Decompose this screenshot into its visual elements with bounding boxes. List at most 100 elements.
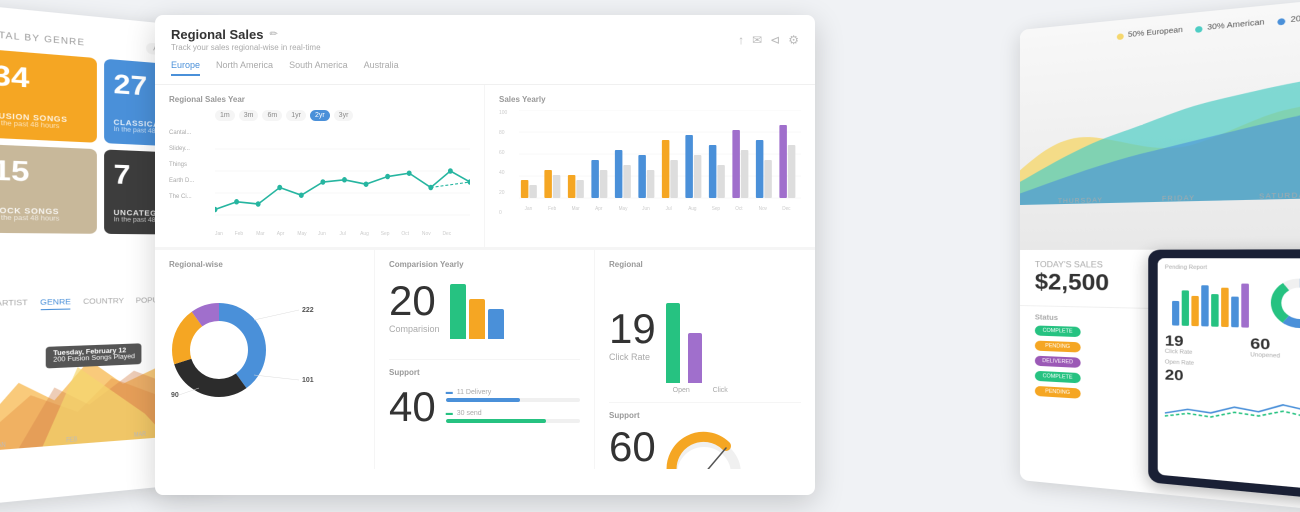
click-rate-number: 19 — [609, 308, 656, 350]
svg-text:Jun: Jun — [642, 206, 650, 212]
right-panel: 50% European 30% American 20% Others — [1020, 0, 1300, 512]
others-label: 20% Others — [1291, 12, 1300, 25]
regional-right-title: Regional — [609, 260, 801, 269]
delivery-item: ▬ 11 Delivery — [446, 389, 580, 402]
american-dot — [1195, 25, 1202, 32]
time-2yr[interactable]: 2yr — [310, 110, 330, 121]
gauge-svg — [664, 430, 744, 469]
right-top-chart: 50% European 30% American 20% Others — [1020, 0, 1300, 250]
send-text: 30 send — [457, 410, 482, 417]
fusion-count: 34 — [0, 61, 87, 96]
status-header: Status — [1035, 314, 1058, 322]
time-6m[interactable]: 6m — [262, 110, 282, 121]
rock-sub: In the past 48 hours — [0, 215, 87, 223]
settings-icon[interactable]: ⚙ — [788, 33, 799, 47]
svg-text:Jan: Jan — [525, 206, 533, 212]
svg-text:May: May — [297, 231, 307, 237]
badge-delivered-1: DELIVERED — [1035, 356, 1081, 368]
tab-south-america[interactable]: South America — [289, 60, 348, 76]
time-buttons: 1m 3m 6m 1yr 2yr 3yr — [215, 110, 470, 121]
nav-tabs: Europe North America South America Austr… — [171, 60, 799, 76]
svg-text:Aug: Aug — [360, 231, 369, 237]
svg-text:222: 222 — [302, 307, 314, 314]
unopened-number: 60 — [609, 426, 656, 468]
tablet-click-rate: 19 Click Rate — [1165, 332, 1243, 359]
support-bars: ▬ 11 Delivery ▬ — [446, 389, 580, 431]
tab-australia[interactable]: Australia — [364, 60, 399, 76]
time-3m[interactable]: 3m — [239, 110, 259, 121]
upload-icon[interactable]: ↑ — [738, 33, 744, 47]
fusion-songs-card: 34 FUSION SONGS In the past 48 hours — [0, 49, 97, 143]
tab-genre[interactable]: GENRE — [40, 299, 71, 310]
legend-american: 30% American — [1195, 19, 1264, 33]
click-bar — [688, 333, 702, 383]
click-label: Click — [705, 387, 736, 394]
edit-icon[interactable]: ✏ — [269, 29, 277, 40]
tab-europe[interactable]: Europe — [171, 60, 200, 76]
tablet-header: Pending Report — [1165, 265, 1300, 272]
time-3yr[interactable]: 3yr — [334, 110, 354, 121]
rock-songs-card: 15 ROCK SONGS In the past 48 hours — [0, 144, 97, 234]
svg-text:101: 101 — [302, 377, 314, 384]
time-1m[interactable]: 1m — [215, 110, 235, 121]
regional-bar-labels: Open Click — [666, 387, 736, 394]
yearly-bar-chart: Jan Feb Mar Apr May Jun Jul Aug Sep Oct … — [519, 110, 801, 220]
send-item: ▬ 30 send — [446, 410, 580, 423]
support-title-left: Support — [389, 368, 580, 377]
tablet-screen: Pending Report — [1158, 258, 1300, 491]
delivery-text: 11 Delivery — [457, 389, 492, 396]
scene: TOTAL BY GENRE ALL GENRES 34 FUSION SONG… — [0, 0, 1300, 511]
svg-text:Apr: Apr — [277, 231, 285, 237]
european-label: 50% European — [1128, 27, 1183, 40]
thursday-label: THURSDAY — [1058, 198, 1103, 205]
legend-others: 20% Others — [1277, 12, 1300, 26]
center-title: Regional Sales — [171, 27, 263, 42]
legend-european: 50% European — [1116, 27, 1182, 41]
open-bar-group — [666, 303, 680, 383]
comparison-number: 20 — [389, 280, 440, 322]
share-icon[interactable]: ⊲ — [770, 33, 780, 47]
svg-text:Jul: Jul — [666, 206, 672, 212]
donut-chart-area: 222 101 90 — [169, 275, 360, 425]
open-label: Open — [666, 387, 697, 394]
badge-complete-1: COMPLETE — [1035, 325, 1081, 337]
tablet-open-rate: Open Rate 20 — [1165, 359, 1300, 430]
tab-by-artist[interactable]: BY ARTIST — [0, 300, 28, 312]
regional-sales-year-title: Regional Sales Year — [169, 95, 470, 104]
svg-text:Nov: Nov — [759, 206, 768, 212]
tablet-unopened-label: Unopened — [1250, 352, 1300, 362]
european-dot — [1116, 33, 1123, 40]
sales-yearly-title: Sales Yearly — [499, 95, 801, 104]
svg-text:MAR: MAR — [134, 431, 146, 439]
regional-sales-year-section: Regional Sales Year Cantal... Slidey... … — [155, 85, 485, 248]
regional-wise-section: Regional-wise — [155, 250, 375, 469]
tab-country[interactable]: COUNTRY — [83, 298, 124, 309]
bar-blue — [488, 309, 504, 339]
svg-text:May: May — [619, 206, 628, 212]
support-number-left: 40 — [389, 386, 436, 428]
svg-text:Jul: Jul — [340, 231, 346, 237]
svg-text:Jun: Jun — [318, 231, 326, 237]
gauge — [664, 430, 744, 469]
tab-north-america[interactable]: North America — [216, 60, 273, 76]
badge-pending-1: PENDING — [1035, 341, 1081, 353]
click-rate-label: Click Rate — [609, 352, 656, 362]
tablet-top-row — [1165, 274, 1300, 332]
total-by-genre-title: TOTAL BY GENRE — [0, 29, 85, 48]
regional-wise-title: Regional-wise — [169, 260, 360, 269]
svg-text:Apr: Apr — [595, 206, 603, 212]
friday-label: FRIDAY — [1162, 196, 1195, 203]
svg-text:Jan: Jan — [215, 231, 223, 237]
svg-text:Oct: Oct — [401, 231, 409, 237]
saturday-label: SATURDAY — [1259, 193, 1300, 201]
center-subtitle: Track your sales regional-wise in real-t… — [171, 43, 321, 52]
send-label: ▬ 30 send — [446, 410, 580, 417]
mail-icon[interactable]: ✉ — [752, 33, 762, 47]
time-1yr[interactable]: 1yr — [286, 110, 306, 121]
comparison-bars — [450, 279, 504, 339]
tablet-device: Pending Report — [1148, 249, 1300, 501]
center-bottom: Regional-wise — [155, 249, 815, 469]
svg-text:FEB: FEB — [66, 437, 78, 445]
comparison-label: Comparision — [389, 324, 440, 334]
svg-text:Oct: Oct — [735, 206, 743, 212]
